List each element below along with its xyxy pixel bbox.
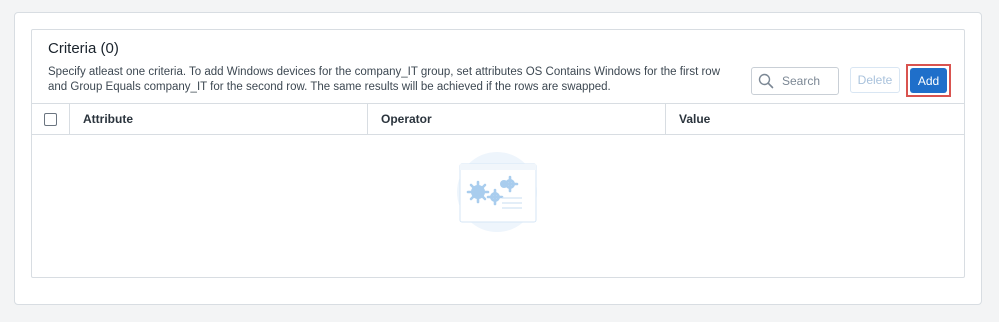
- search-input[interactable]: [780, 74, 834, 88]
- gears-empty-illustration: [450, 150, 544, 234]
- select-all-cell: [32, 104, 70, 134]
- criteria-card: Criteria (0) Specify atleast one criteri…: [31, 29, 965, 278]
- search-box[interactable]: [751, 67, 839, 95]
- add-button[interactable]: Add: [910, 68, 947, 93]
- delete-button[interactable]: Delete: [850, 67, 900, 93]
- criteria-header: Criteria (0) Specify atleast one criteri…: [32, 30, 964, 104]
- page-panel: Criteria (0) Specify atleast one criteri…: [14, 12, 982, 305]
- table-header: Attribute Operator Value: [32, 103, 964, 135]
- column-header-operator[interactable]: Operator: [368, 104, 666, 134]
- column-header-value[interactable]: Value: [666, 104, 964, 134]
- select-all-checkbox[interactable]: [44, 112, 57, 126]
- criteria-title: Criteria (0): [48, 40, 119, 57]
- search-icon: [752, 68, 780, 94]
- criteria-description: Specify atleast one criteria. To add Win…: [48, 66, 720, 93]
- column-header-attribute[interactable]: Attribute: [70, 104, 368, 134]
